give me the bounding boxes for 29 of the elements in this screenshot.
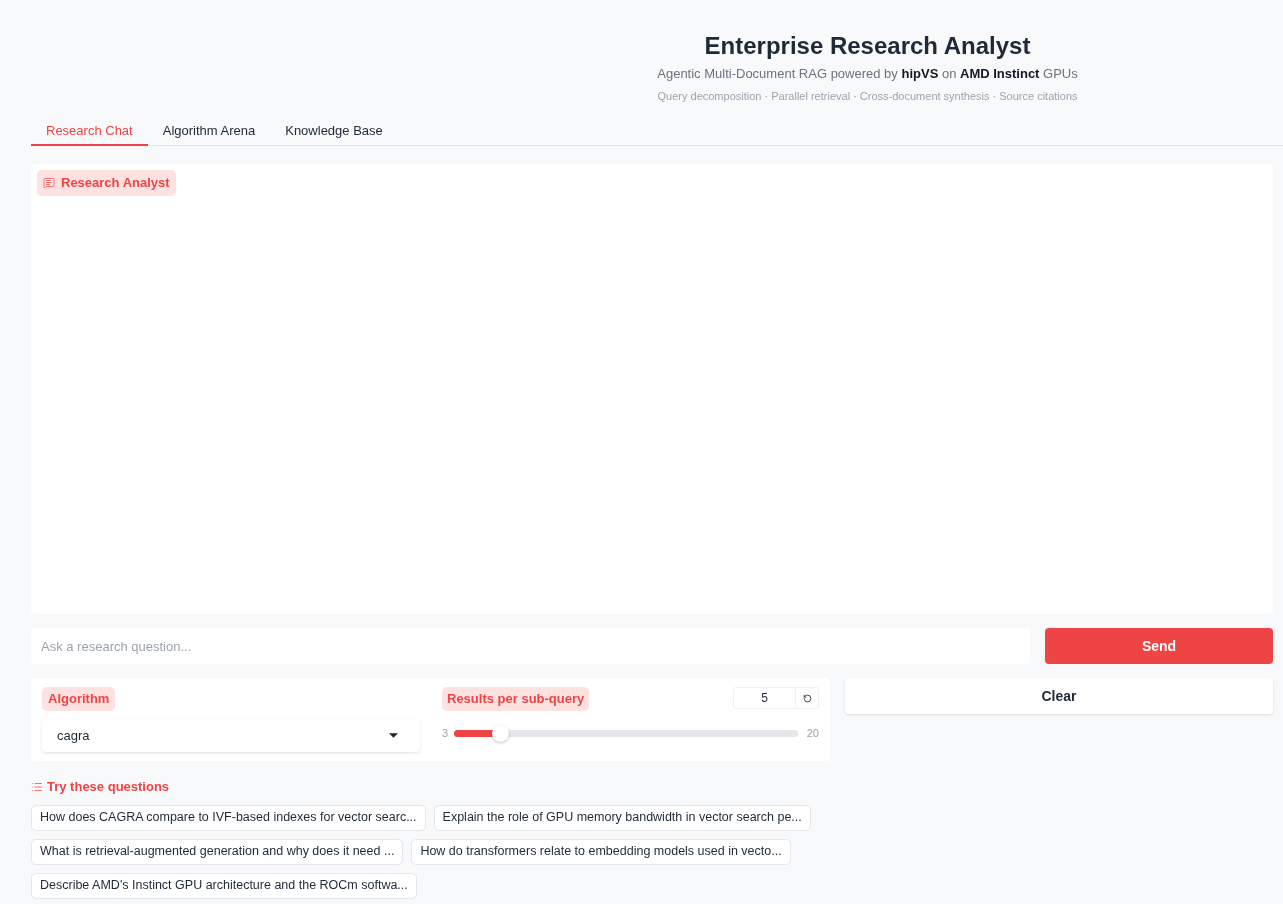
- feature-list: Query decomposition · Parallel retrieval · Cross-document synthesis · Source citations: [657, 89, 1078, 103]
- caret-icon: [389, 733, 398, 738]
- page-title: Enterprise Research Analyst: [704, 31, 1031, 61]
- slider-max: 20: [806, 726, 819, 741]
- example-question[interactable]: How does CAGRA compare to IVF-based indexes for vector searc...: [31, 804, 426, 831]
- chat-label-text: Research Analyst: [61, 174, 170, 193]
- results-number-input[interactable]: 5: [733, 687, 796, 709]
- results-label: Results per sub-query: [442, 687, 590, 711]
- page-subtitle: Agentic Multi-Document RAG powered by hipVS on AMD Instinct GPUs: [657, 65, 1078, 83]
- example-question[interactable]: What is retrieval-augmented generation and why does it need ...: [31, 838, 404, 865]
- send-button[interactable]: Send: [1045, 628, 1273, 664]
- example-question[interactable]: Describe AMD's Instinct GPU architecture and the ROCm softwa...: [31, 872, 417, 899]
- question-input[interactable]: Ask a research question...: [31, 628, 1030, 664]
- reset-icon: [802, 693, 812, 703]
- reset-button[interactable]: [796, 687, 819, 709]
- slider-thumb[interactable]: [491, 724, 509, 742]
- dropdown-value: cagra: [57, 726, 90, 745]
- tab[interactable]: Research Chat: [31, 118, 148, 146]
- clear-button[interactable]: Clear: [845, 678, 1273, 714]
- example-question[interactable]: Explain the role of GPU memory bandwidth in vector search pe...: [433, 804, 811, 831]
- tab[interactable]: Algorithm Arena: [147, 118, 271, 146]
- list-icon: [31, 780, 43, 793]
- tab[interactable]: Knowledge Base: [270, 118, 398, 146]
- examples-title: Try these questions: [47, 778, 170, 796]
- slider-min: 3: [442, 726, 449, 741]
- chat-bubble-icon: [43, 177, 55, 189]
- algorithm-dropdown[interactable]: cagra: [42, 719, 420, 752]
- example-question[interactable]: How do transformers relate to embedding models used in vecto...: [411, 838, 791, 865]
- algorithm-label: Algorithm: [42, 687, 116, 711]
